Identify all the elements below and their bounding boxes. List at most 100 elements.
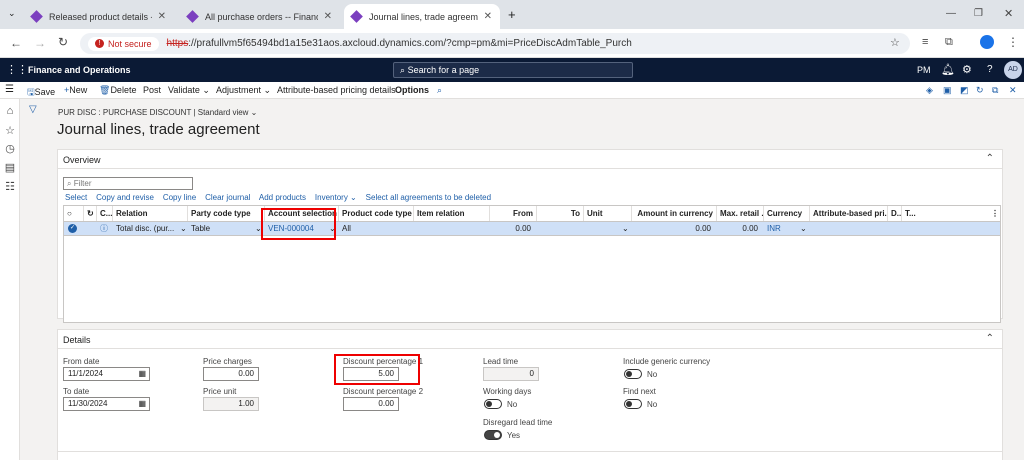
add-products-button[interactable]: Add products xyxy=(259,193,306,202)
app-launcher-icon[interactable]: ⋮⋮ xyxy=(6,63,28,76)
close-page-icon[interactable]: ✕ xyxy=(1009,85,1017,96)
connector-icon[interactable]: ◈ xyxy=(926,85,933,96)
calendar-icon[interactable]: ▦ xyxy=(138,398,146,410)
restore-icon[interactable]: ❐ xyxy=(974,8,983,19)
disregard-lead-time-toggle[interactable] xyxy=(484,430,502,440)
from-date-field[interactable]: 11/1/2024 ▦ xyxy=(63,367,150,381)
help-icon[interactable]: ? xyxy=(987,64,993,75)
details-header[interactable]: Details ⌃ xyxy=(58,330,1002,349)
post-button[interactable]: Post xyxy=(143,85,161,95)
include-generic-currency-toggle[interactable] xyxy=(624,369,642,379)
validate-menu[interactable]: Validate ⌄ xyxy=(168,85,210,96)
attribute-pricing-details-button[interactable]: Attribute-based pricing details xyxy=(277,85,396,95)
lead-time-field[interactable]: 0 xyxy=(483,367,539,381)
settings-gear-icon[interactable]: ⚙ xyxy=(962,63,972,76)
overview-header[interactable]: Overview ⌃ xyxy=(58,150,1002,169)
clear-journal-button[interactable]: Clear journal xyxy=(205,193,250,202)
cell-from[interactable]: 0.00 xyxy=(490,222,534,235)
column-header[interactable]: T... xyxy=(902,206,982,221)
select-button[interactable]: Select xyxy=(65,193,87,202)
action-search-icon[interactable]: ⌕ xyxy=(437,85,442,96)
close-icon[interactable]: ✕ xyxy=(324,11,332,22)
company-picker[interactable]: PM xyxy=(917,65,931,75)
info-icon[interactable]: ⓘ xyxy=(100,223,108,234)
browser-menu-icon[interactable]: ⋮ xyxy=(1007,35,1019,49)
hamburger-menu-icon[interactable]: ☰ xyxy=(5,84,14,95)
minimize-icon[interactable]: — xyxy=(946,8,956,19)
page-search-box[interactable]: ⌕ Search for a page xyxy=(393,62,633,78)
delete-button[interactable]: 🗑︎Delete xyxy=(99,85,136,96)
copy-line-button[interactable]: Copy line xyxy=(163,193,196,202)
to-date-field[interactable]: 11/30/2024 ▦ xyxy=(63,397,150,411)
column-header[interactable]: Unit xyxy=(584,206,632,221)
cell-relation[interactable]: Total disc. (pur... xyxy=(113,222,177,235)
favorites-star-icon[interactable]: ☆ xyxy=(4,124,16,137)
column-header[interactable]: Relation xyxy=(113,206,188,221)
chevron-down-icon[interactable]: ⌄ xyxy=(177,222,187,235)
reading-list-icon[interactable]: ≡ xyxy=(922,36,928,48)
bookmark-star-icon[interactable]: ☆ xyxy=(890,36,900,49)
cell-currency[interactable]: INR xyxy=(764,222,794,235)
user-avatar[interactable]: AD xyxy=(1004,61,1022,79)
security-indicator[interactable]: ! Not secure xyxy=(88,36,159,51)
new-button[interactable]: +New xyxy=(64,85,87,95)
column-header[interactable]: D... xyxy=(888,206,902,221)
profile-icon[interactable] xyxy=(980,35,994,49)
column-header[interactable]: C... xyxy=(97,206,113,221)
home-icon[interactable]: ⌂ xyxy=(4,105,16,117)
browser-tab-journal-lines[interactable]: Journal lines, trade agreement ✕ xyxy=(344,4,500,29)
chevron-up-icon[interactable]: ⌃ xyxy=(986,153,994,164)
inventory-menu[interactable]: Inventory ⌄ xyxy=(315,193,357,202)
browser-tab-purchase-orders[interactable]: All purchase orders -- Finance a ✕ xyxy=(180,4,340,29)
column-header[interactable]: Attribute-based pri... xyxy=(810,206,888,221)
open-new-window-icon[interactable]: ⧉ xyxy=(992,85,998,96)
find-next-toggle[interactable] xyxy=(624,399,642,409)
refresh-column-icon[interactable]: ↻ xyxy=(84,206,97,221)
filter-input[interactable]: ⌕ Filter xyxy=(63,177,193,190)
price-charges-field[interactable]: 0.00 xyxy=(203,367,259,381)
cell-product-code-type[interactable]: All xyxy=(339,222,409,235)
extensions-icon[interactable]: ⧉ xyxy=(945,36,953,49)
column-header[interactable]: Max. retail ... xyxy=(717,206,764,221)
address-bar[interactable]: ! Not secure https ://prafullvm5f65494bd… xyxy=(80,33,910,54)
calendar-icon[interactable]: ▦ xyxy=(138,368,146,380)
column-header[interactable]: Party code type xyxy=(188,206,265,221)
recent-clock-icon[interactable]: ◷ xyxy=(4,142,16,155)
discount-percentage-2-field[interactable]: 0.00 xyxy=(343,397,399,411)
select-all-radio[interactable]: ○ xyxy=(64,206,84,221)
cell-party-code-type[interactable]: Table xyxy=(188,222,252,235)
price-unit-field[interactable]: 1.00 xyxy=(203,397,259,411)
refresh-icon[interactable]: ↻ xyxy=(976,85,984,96)
column-header[interactable]: From xyxy=(490,206,537,221)
working-days-toggle[interactable] xyxy=(484,399,502,409)
row-selected-check-icon[interactable]: ✓ xyxy=(68,224,77,233)
table-row[interactable]: ✓ ⓘ Total disc. (pur... ⌄ Table ⌄ VEN-00… xyxy=(64,221,1000,236)
chevron-up-icon[interactable]: ⌃ xyxy=(986,333,994,344)
column-header[interactable]: Amount in currency xyxy=(632,206,717,221)
modules-list-icon[interactable]: ☷ xyxy=(4,180,16,193)
next-section-header[interactable] xyxy=(57,451,1003,460)
notifications-bell-icon[interactable]: 🔔︎ xyxy=(941,63,955,76)
view-selector[interactable]: Standard view ⌄ xyxy=(198,108,258,117)
cell-amount[interactable]: 0.00 xyxy=(632,222,714,235)
new-tab-button[interactable]: + xyxy=(508,7,516,22)
back-icon[interactable]: ← xyxy=(10,36,22,50)
forward-icon[interactable]: → xyxy=(34,36,46,50)
close-icon[interactable]: ✕ xyxy=(158,11,166,22)
browser-tab-released-products[interactable]: Released product details -- Fina ✕ xyxy=(24,4,174,29)
column-options-icon[interactable]: ⋮ xyxy=(988,206,1000,221)
close-icon[interactable]: ✕ xyxy=(484,11,492,22)
options-tab[interactable]: Options xyxy=(395,85,429,95)
app-title[interactable]: Finance and Operations xyxy=(28,65,131,75)
reload-icon[interactable]: ↻ xyxy=(58,35,68,49)
chevron-down-icon[interactable]: ⌄ xyxy=(797,222,807,235)
power-apps-icon[interactable]: ◩ xyxy=(960,85,969,96)
filter-funnel-icon[interactable]: ▽ xyxy=(29,104,37,115)
cell-max-retail[interactable]: 0.00 xyxy=(717,222,761,235)
column-header[interactable]: To xyxy=(537,206,584,221)
select-all-agreements-button[interactable]: Select all agreements to be deleted xyxy=(366,193,491,202)
chevron-down-icon[interactable]: ⌄ xyxy=(619,222,629,235)
adjustment-menu[interactable]: Adjustment ⌄ xyxy=(216,85,271,96)
office-icon[interactable]: ▣ xyxy=(943,85,952,96)
column-header[interactable]: Currency xyxy=(764,206,810,221)
